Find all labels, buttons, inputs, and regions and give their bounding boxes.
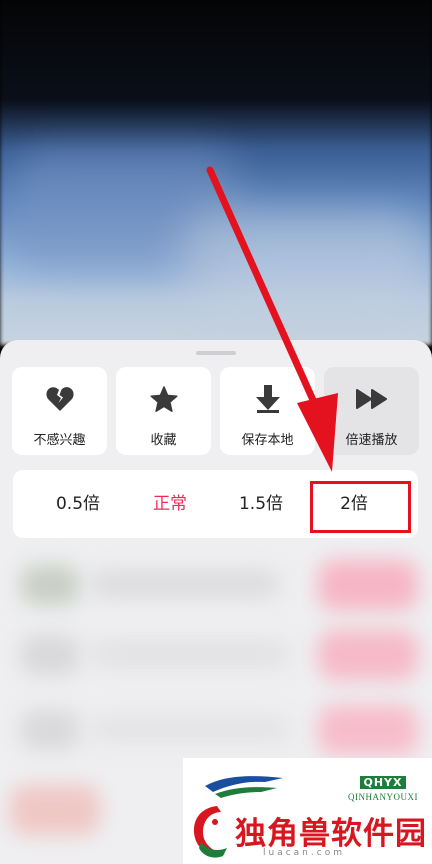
speed-option-1.5x[interactable]: 1.5倍	[226, 470, 296, 538]
site-watermark: QHYX QINHANYOUXI 独角兽软件园 luacan.com	[183, 758, 432, 864]
save-local-button[interactable]: 保存本地	[220, 367, 315, 455]
fast-forward-icon	[355, 383, 388, 415]
watermark-code: QHYX	[360, 776, 406, 789]
speed-option-0.5x[interactable]: 0.5倍	[43, 470, 113, 538]
blurred-avatar	[20, 565, 80, 605]
blurred-button	[318, 705, 418, 755]
favorite-label: 收藏	[150, 433, 177, 448]
download-icon	[252, 383, 284, 415]
watermark-logo-icon	[205, 776, 283, 798]
not-interested-label: 不感兴趣	[33, 433, 86, 448]
blurred-avatar	[20, 710, 80, 750]
blurred-text	[90, 715, 290, 743]
save-local-label: 保存本地	[241, 433, 294, 448]
speed-option-normal[interactable]: 正常	[135, 470, 205, 538]
watermark-subtitle: QINHANYOUXI	[348, 792, 418, 802]
annotation-highlight-box	[310, 481, 411, 533]
broken-heart-icon	[44, 383, 76, 415]
star-icon	[148, 383, 180, 415]
action-row: 不感兴趣 收藏 保存本地 倍速播放	[12, 367, 419, 455]
background-blur-region	[180, 210, 430, 310]
blurred-button	[318, 560, 418, 610]
not-interested-button[interactable]: 不感兴趣	[12, 367, 107, 455]
favorite-button[interactable]: 收藏	[116, 367, 211, 455]
blurred-video-background	[0, 0, 432, 345]
blurred-avatar	[20, 635, 80, 675]
blurred-text	[90, 640, 290, 668]
drag-handle[interactable]	[196, 351, 236, 355]
blurred-button	[318, 630, 418, 680]
playback-speed-button[interactable]: 倍速播放	[324, 367, 419, 455]
watermark-site-name: 独角兽软件园	[235, 816, 427, 852]
blurred-avatar	[10, 785, 100, 835]
watermark-url: luacan.com	[263, 848, 345, 858]
blurred-text	[90, 570, 280, 598]
watermark-brand: QHYX QINHANYOUXI	[348, 771, 418, 802]
dragon-logo-icon	[193, 806, 227, 858]
playback-speed-label: 倍速播放	[345, 433, 398, 448]
